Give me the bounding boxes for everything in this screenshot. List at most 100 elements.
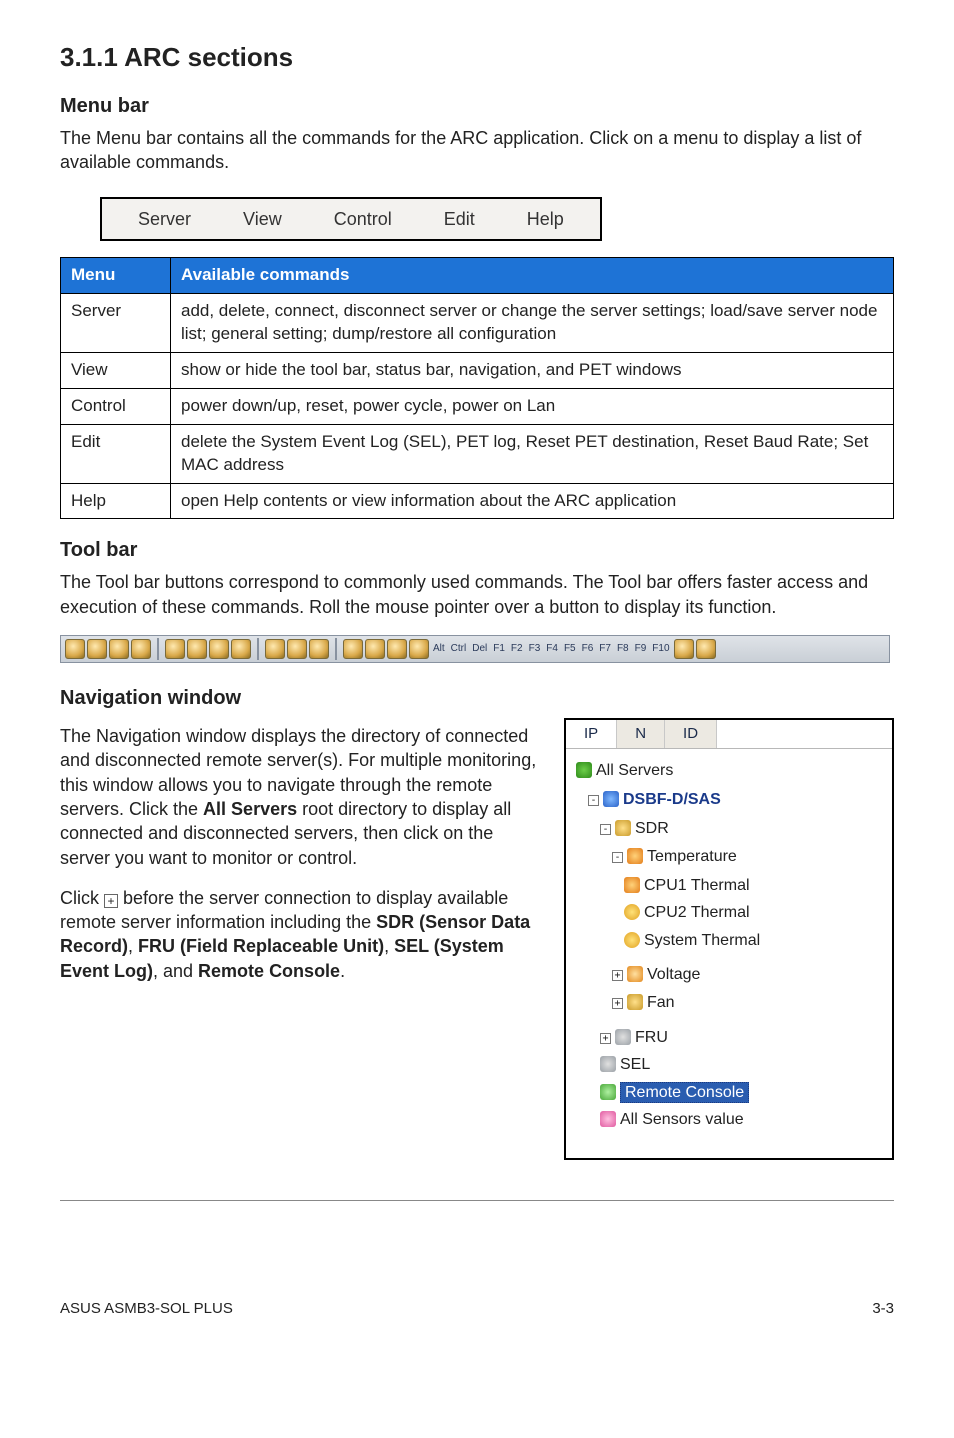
tree-node-fan[interactable]: +Fan (612, 989, 884, 1017)
console-icon (600, 1084, 616, 1100)
toolbar-icon[interactable] (265, 639, 285, 659)
tree-node-voltage[interactable]: + Voltage (612, 961, 884, 989)
cell-menu: View (61, 352, 171, 388)
commands-header-desc: Available commands (171, 257, 894, 293)
cell-desc: power down/up, reset, power cycle, power… (171, 388, 894, 424)
tree-node-all-sensors[interactable]: All Sensors value (600, 1106, 884, 1134)
tree-node-remote-console[interactable]: Remote Console (600, 1079, 884, 1107)
nav-comma1: , (128, 936, 138, 956)
toolbar-icon[interactable] (231, 639, 251, 659)
toolbar-icon[interactable] (131, 639, 151, 659)
expand-icon[interactable]: + (612, 970, 623, 981)
tree-node-sdr[interactable]: -SDR -Temperature CPU1 Thermal CPU2 Ther… (600, 815, 884, 1024)
tree-node-server[interactable]: - DSBF-D/SAS -SDR -Temperature CPU1 Therm… (588, 786, 884, 1141)
nav-b2: FRU (Field Replaceable Unit) (138, 936, 384, 956)
menubar-intro: The Menu bar contains all the commands f… (60, 126, 894, 175)
tree-label: CPU2 Thermal (644, 904, 750, 921)
toolbar-icon[interactable] (209, 639, 229, 659)
tree-node-allservers[interactable]: All Servers -DSBF-D/SAS -SDR -Temperatur… (576, 757, 884, 1148)
tree-label: System Thermal (644, 932, 760, 949)
cell-desc: show or hide the tool bar, status bar, n… (171, 352, 894, 388)
tree-node-cpu1[interactable]: CPU1 Thermal (624, 872, 884, 900)
tree-node-cpu2[interactable]: CPU2 Thermal (624, 899, 884, 927)
tree-node-system-thermal[interactable]: System Thermal (624, 927, 884, 955)
toolbar-icon[interactable] (65, 639, 85, 659)
tree-label: All Sensors value (620, 1111, 744, 1128)
cell-menu: Help (61, 483, 171, 519)
footer-left: ASUS ASMB3-SOL PLUS (60, 1299, 233, 1319)
toolbar-key-f9[interactable]: F9 (633, 642, 649, 656)
tree-node-temperature[interactable]: -Temperature CPU1 Thermal CPU2 Thermal S… (612, 843, 884, 961)
toolbar-key-f4[interactable]: F4 (544, 642, 560, 656)
table-row: View show or hide the tool bar, status b… (61, 352, 894, 388)
toolbar-icon[interactable] (165, 639, 185, 659)
toolbar-icon[interactable] (365, 639, 385, 659)
sdr-icon (615, 820, 631, 836)
toolbar-icon[interactable] (187, 639, 207, 659)
tree-label: CPU1 Thermal (644, 877, 750, 894)
cell-menu: Edit (61, 424, 171, 483)
tree-label: Voltage (647, 966, 700, 983)
cell-menu: Server (61, 293, 171, 352)
table-row: Server add, delete, connect, disconnect … (61, 293, 894, 352)
voltage-icon (627, 966, 643, 982)
menu-item-view[interactable]: View (217, 205, 308, 233)
collapse-icon[interactable]: - (588, 795, 599, 806)
toolbar-icon[interactable] (387, 639, 407, 659)
commands-table: Menu Available commands Server add, dele… (60, 257, 894, 520)
toolbar-key-f5[interactable]: F5 (562, 642, 578, 656)
toolbar-key-f3[interactable]: F3 (527, 642, 543, 656)
toolbar-icon[interactable] (409, 639, 429, 659)
collapse-icon[interactable]: - (600, 824, 611, 835)
page-footer: ASUS ASMB3-SOL PLUS 3-3 (60, 1291, 894, 1319)
toolbar-icon[interactable] (343, 639, 363, 659)
servers-icon (576, 762, 592, 778)
toolbar-screenshot: Alt Ctrl Del F1 F2 F3 F4 F5 F6 F7 F8 F9 … (60, 635, 890, 663)
table-row: Control power down/up, reset, power cycl… (61, 388, 894, 424)
toolbar-key-f7[interactable]: F7 (597, 642, 613, 656)
thermometer-icon (627, 848, 643, 864)
menubar-heading: Menu bar (60, 93, 894, 120)
collapse-icon[interactable]: - (612, 852, 623, 863)
server-icon (603, 791, 619, 807)
toolbar-key-ctrl[interactable]: Ctrl (449, 642, 469, 656)
cell-desc: delete the System Event Log (SEL), PET l… (171, 424, 894, 483)
expand-icon[interactable]: + (612, 998, 623, 1009)
nav-and: , and (153, 961, 198, 981)
navigation-heading: Navigation window (60, 685, 894, 712)
toolbar-icon[interactable] (109, 639, 129, 659)
toolbar-intro: The Tool bar buttons correspond to commo… (60, 570, 894, 619)
tree-label: DSBF-D/SAS (623, 791, 721, 808)
toolbar-icon[interactable] (87, 639, 107, 659)
menu-item-server[interactable]: Server (112, 205, 217, 233)
sensors-icon (600, 1111, 616, 1127)
cell-menu: Control (61, 388, 171, 424)
tree-tabs: IP N ID (566, 720, 892, 749)
toolbar-key-f1[interactable]: F1 (491, 642, 507, 656)
tab-id[interactable]: ID (665, 720, 717, 748)
toolbar-icon[interactable] (696, 639, 716, 659)
menu-item-edit[interactable]: Edit (418, 205, 501, 233)
toolbar-key-del[interactable]: Del (470, 642, 489, 656)
tree-label: FRU (635, 1029, 668, 1046)
menu-item-help[interactable]: Help (501, 205, 590, 233)
toolbar-key-f8[interactable]: F8 (615, 642, 631, 656)
tree-node-sel[interactable]: SEL (600, 1051, 884, 1079)
toolbar-key-alt[interactable]: Alt (431, 642, 447, 656)
toolbar-key-f2[interactable]: F2 (509, 642, 525, 656)
expand-icon[interactable]: + (600, 1033, 611, 1044)
tab-n[interactable]: N (617, 720, 665, 748)
table-row: Help open Help contents or view informat… (61, 483, 894, 519)
tree-node-fru[interactable]: + FRU (600, 1024, 884, 1052)
tab-ip[interactable]: IP (566, 720, 617, 748)
menubar-screenshot: Server View Control Edit Help (100, 197, 602, 241)
menu-item-control[interactable]: Control (308, 205, 418, 233)
toolbar-key-f6[interactable]: F6 (580, 642, 596, 656)
nav-period: . (340, 961, 345, 981)
toolbar-icon[interactable] (674, 639, 694, 659)
warning-icon (624, 904, 640, 920)
toolbar-icon[interactable] (287, 639, 307, 659)
toolbar-key-f10[interactable]: F10 (650, 642, 671, 656)
footer-right: 3-3 (872, 1299, 894, 1319)
toolbar-icon[interactable] (309, 639, 329, 659)
